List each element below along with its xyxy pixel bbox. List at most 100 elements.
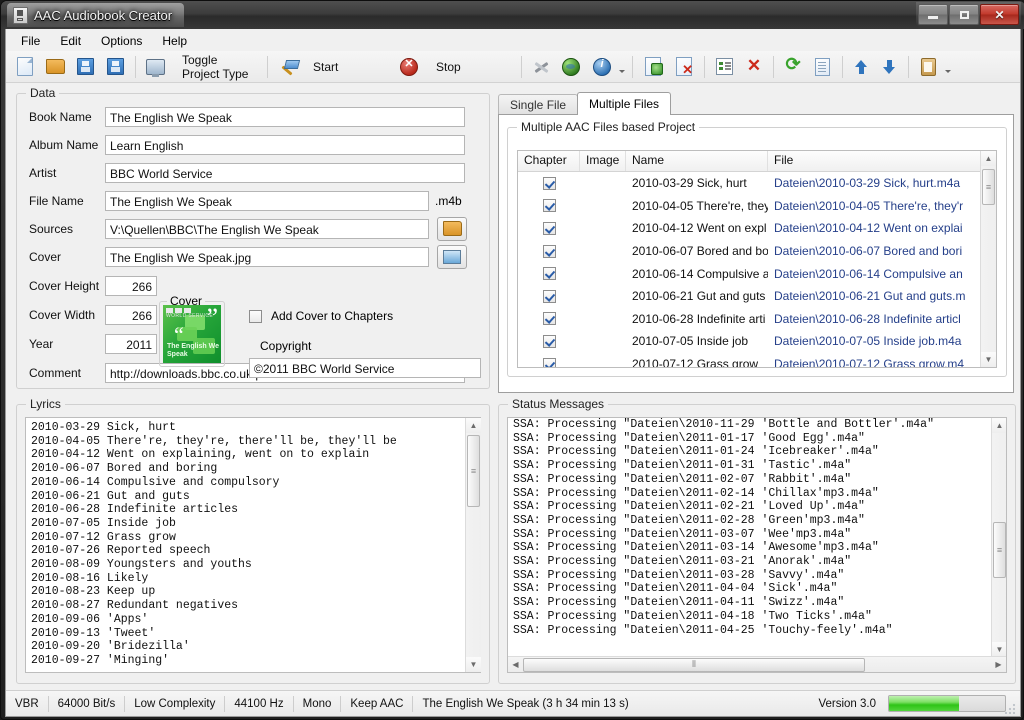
album-name-input[interactable]: Learn English	[105, 134, 465, 155]
tools-button[interactable]	[527, 54, 555, 80]
row-chapter-checkbox[interactable]	[542, 199, 556, 213]
row-chapter-checkbox[interactable]	[542, 267, 556, 281]
stop-icon	[400, 57, 418, 76]
status-scrollbar-vertical[interactable]: ▲ ≡ ▼	[991, 418, 1006, 657]
book-name-input[interactable]: The English We Speak	[105, 106, 465, 127]
status-hscrollbar-thumb[interactable]: ⦀	[523, 657, 865, 672]
window-title: AAC Audiobook Creator	[34, 7, 173, 23]
save-project-button[interactable]	[71, 53, 100, 80]
resize-grip[interactable]	[1005, 702, 1017, 714]
table-row[interactable]: 2010-07-05 Inside job Dateien\2010-07-05…	[518, 330, 996, 353]
column-header-image[interactable]: Image	[580, 151, 626, 171]
close-button[interactable]: ✕	[980, 4, 1019, 25]
row-chapter-checkbox[interactable]	[542, 289, 556, 303]
status-vscrollbar-thumb[interactable]: ≡	[993, 522, 1006, 578]
scroll-up-arrow-icon[interactable]: ▲	[992, 418, 1006, 433]
list-icon	[716, 58, 733, 75]
table-row[interactable]: 2010-04-12 Went on expl Dateien\2010-04-…	[518, 217, 996, 240]
lyrics-scrollbar-thumb[interactable]: ≡	[467, 435, 480, 507]
start-label: Start	[313, 59, 339, 74]
tab-single-file[interactable]: Single File	[498, 94, 579, 115]
cover-input[interactable]: The English We Speak.jpg	[105, 246, 429, 267]
browse-sources-button[interactable]	[437, 216, 467, 241]
menu-item-help[interactable]: Help	[153, 31, 196, 51]
scroll-right-arrow-icon[interactable]: ▶	[991, 660, 1006, 669]
menu-bar: File Edit Options Help	[6, 29, 1020, 51]
cover-height-input[interactable]: 266	[105, 275, 157, 296]
column-header-file[interactable]: File	[768, 151, 988, 171]
add-cover-to-chapters-row[interactable]: Add Cover to Chapters	[249, 309, 393, 323]
remove-file-button[interactable]	[669, 53, 699, 80]
cover-width-input[interactable]: 266	[105, 304, 157, 325]
copyright-label: Copyright	[260, 339, 312, 353]
toolbar-overflow2-chevron-down-icon[interactable]	[944, 56, 953, 78]
artist-input[interactable]: BBC World Service	[105, 162, 465, 183]
maximize-button[interactable]	[949, 4, 979, 25]
table-row[interactable]: 2010-04-05 There're, they' Dateien\2010-…	[518, 195, 996, 218]
column-header-chapter[interactable]: Chapter	[518, 151, 580, 171]
tab-multiple-files[interactable]: Multiple Files	[577, 92, 672, 115]
row-chapter-checkbox[interactable]	[542, 176, 556, 190]
row-chapter-checkbox[interactable]	[542, 334, 556, 348]
row-chapter-checkbox[interactable]	[542, 244, 556, 258]
open-project-button[interactable]	[41, 52, 70, 81]
row-file-cell: Dateien\2010-04-12 Went on explai	[774, 221, 963, 236]
files-scrollbar-thumb[interactable]: ≡	[982, 169, 995, 205]
scroll-up-arrow-icon[interactable]: ▲	[466, 418, 481, 433]
list-button[interactable]	[710, 53, 739, 80]
table-row[interactable]: 2010-03-29 Sick, hurt Dateien\2010-03-29…	[518, 172, 996, 195]
page-button[interactable]	[808, 53, 837, 81]
lyrics-scrollbar[interactable]: ▲ ≡ ▼	[465, 418, 481, 672]
menu-item-file[interactable]: File	[12, 31, 49, 51]
status-messages-textarea[interactable]: SSA: Processing "Dateien\2010-11-29 'Bot…	[508, 418, 992, 653]
file-name-input[interactable]: The English We Speak	[105, 190, 429, 211]
minimize-button[interactable]	[918, 4, 948, 25]
browse-cover-button[interactable]	[437, 244, 467, 269]
move-down-button[interactable]	[876, 54, 903, 80]
sources-input[interactable]: V:\Quellen\BBC\The English We Speak	[105, 218, 429, 239]
info-button[interactable]	[587, 53, 617, 81]
clipboard-button[interactable]	[914, 53, 943, 81]
stop-label: Stop	[436, 59, 461, 74]
table-row[interactable]: 2010-06-07 Bored and bo Dateien\2010-06-…	[518, 240, 996, 263]
move-up-icon	[855, 59, 868, 75]
status-messages-box: SSA: Processing "Dateien\2010-11-29 'Bot…	[507, 417, 1007, 673]
table-row[interactable]: 2010-06-14 Compulsive a Dateien\2010-06-…	[518, 262, 996, 285]
save-icon	[77, 58, 94, 75]
stop-button[interactable]: Stop	[394, 53, 516, 81]
new-project-button[interactable]	[10, 53, 40, 80]
refresh-button[interactable]	[779, 54, 807, 80]
menu-item-options[interactable]: Options	[92, 31, 151, 51]
start-button[interactable]: Start	[273, 54, 393, 80]
table-row[interactable]: 2010-07-12 Grass grow Dateien\2010-07-12…	[518, 353, 996, 367]
table-row[interactable]: 2010-06-28 Indefinite arti Dateien\2010-…	[518, 308, 996, 331]
table-row[interactable]: 2010-06-21 Gut and guts Dateien\2010-06-…	[518, 285, 996, 308]
info-icon	[593, 57, 611, 76]
scroll-down-arrow-icon[interactable]: ▼	[466, 657, 481, 672]
clear-list-button[interactable]	[740, 54, 768, 80]
save-as-project-button[interactable]	[101, 53, 130, 80]
move-up-button[interactable]	[848, 54, 875, 80]
status-scrollbar-horizontal[interactable]: ◀ ⦀ ▶	[508, 656, 1006, 672]
copyright-input[interactable]: ©2011 BBC World Service	[249, 358, 481, 378]
cover-thumbnail[interactable]: WORLD SERVICE ” “ The English We Speak	[163, 305, 221, 363]
scroll-down-arrow-icon[interactable]: ▼	[981, 352, 996, 367]
menu-item-edit[interactable]: Edit	[51, 31, 90, 51]
year-input[interactable]: 2011	[105, 333, 157, 354]
row-name-cell: 2010-06-07 Bored and bo	[632, 244, 768, 259]
files-table-scrollbar[interactable]: ▲ ≡ ▼	[980, 151, 996, 367]
toggle-project-type-button[interactable]: Toggle Project Type	[141, 50, 262, 84]
web-button[interactable]	[556, 53, 586, 81]
scroll-up-arrow-icon[interactable]: ▲	[981, 151, 996, 166]
row-chapter-checkbox[interactable]	[542, 357, 556, 367]
client-area: File Edit Options Help Toggle Project Ty…	[5, 29, 1021, 717]
scroll-left-arrow-icon[interactable]: ◀	[508, 660, 523, 669]
lyrics-textarea[interactable]: 2010-03-29 Sick, hurt 2010-04-05 There'r…	[25, 417, 481, 673]
row-chapter-checkbox[interactable]	[542, 312, 556, 326]
add-file-button[interactable]	[638, 53, 668, 80]
add-cover-to-chapters-checkbox[interactable]	[249, 309, 262, 323]
row-chapter-checkbox[interactable]	[542, 221, 556, 235]
column-header-name[interactable]: Name	[626, 151, 768, 171]
scroll-down-arrow-icon[interactable]: ▼	[992, 642, 1006, 657]
toolbar-overflow-chevron-down-icon[interactable]	[618, 56, 627, 78]
